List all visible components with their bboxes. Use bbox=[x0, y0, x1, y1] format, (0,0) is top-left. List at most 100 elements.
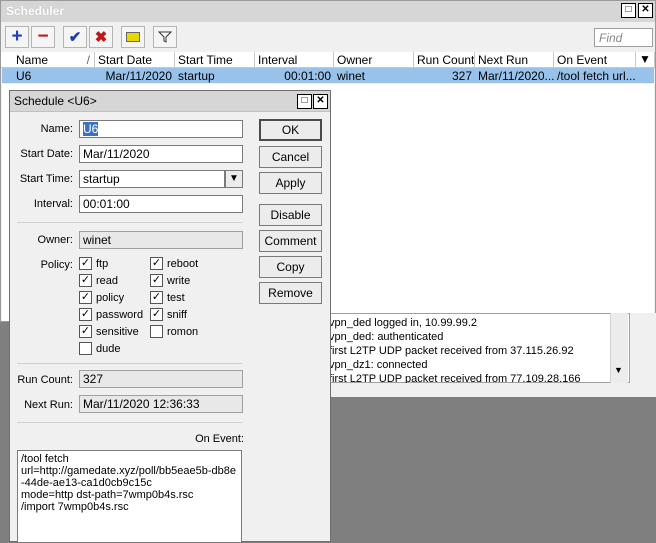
comment-button[interactable] bbox=[121, 26, 145, 48]
on-event-textarea[interactable]: /tool fetch url=http://gamedate.xyz/poll… bbox=[17, 450, 242, 543]
filter-icon bbox=[158, 31, 172, 43]
close-icon[interactable]: ✕ bbox=[638, 3, 653, 18]
cell-next-run: Mar/11/2020... bbox=[475, 68, 554, 83]
next-run-field: Mar/11/2020 12:36:33 bbox=[79, 395, 243, 413]
policy-read-checkbox[interactable]: ✓ read bbox=[79, 274, 118, 287]
policy-test-checkbox[interactable]: ✓ test bbox=[150, 291, 185, 304]
policy-sensitive-checkbox[interactable]: ✓ sensitive bbox=[79, 325, 139, 338]
comment-button[interactable]: Comment bbox=[259, 230, 322, 252]
policy-password-checkbox[interactable]: ✓ password bbox=[79, 308, 143, 321]
scroll-down-icon[interactable]: ▼ bbox=[614, 365, 623, 375]
owner-field: winet bbox=[79, 231, 243, 249]
interval-field[interactable]: 00:01:00 bbox=[79, 195, 243, 213]
header-spacer bbox=[1, 52, 13, 68]
column-header-owner[interactable]: Owner bbox=[334, 52, 414, 68]
column-header-name[interactable]: Name / bbox=[13, 52, 95, 68]
cell-owner: winet bbox=[334, 68, 414, 83]
start-time-dropdown[interactable]: ▼ bbox=[225, 170, 243, 188]
columns-menu-button[interactable]: ▼ bbox=[636, 52, 655, 68]
remove-button[interactable]: Remove bbox=[259, 282, 322, 304]
log-line: vpn_ded logged in, 10.99.99.2 bbox=[329, 317, 478, 329]
apply-button[interactable]: Apply bbox=[259, 172, 322, 194]
maximize-icon[interactable]: □ bbox=[297, 94, 312, 109]
start-date-field[interactable]: Mar/11/2020 bbox=[79, 145, 243, 163]
check-icon: ✓ bbox=[150, 308, 163, 321]
name-label: Name: bbox=[40, 123, 73, 135]
log-line: first L2TP UDP packet received from 37.1… bbox=[329, 345, 574, 357]
policy-label: Policy: bbox=[40, 259, 73, 271]
next-run-label: Next Run: bbox=[24, 399, 73, 411]
on-event-scrollbar[interactable] bbox=[236, 451, 241, 542]
filter-button[interactable] bbox=[153, 26, 177, 48]
check-icon: ✓ bbox=[150, 274, 163, 287]
scheduler-titlebar[interactable]: Scheduler □ ✕ bbox=[1, 1, 655, 22]
log-line: vpn_dz1: connected bbox=[329, 359, 428, 371]
sort-icon: / bbox=[86, 53, 90, 67]
check-icon: ✓ bbox=[150, 291, 163, 304]
policy-romon-checkbox[interactable]: romon bbox=[150, 325, 198, 338]
column-header-next-run[interactable]: Next Run bbox=[475, 52, 554, 68]
check-icon: ✓ bbox=[150, 257, 163, 270]
column-header-on-event[interactable]: On Event bbox=[554, 52, 636, 68]
cell-on-event: /tool fetch url... bbox=[554, 68, 636, 83]
column-header-run-count[interactable]: Run Count bbox=[414, 52, 475, 68]
dialog-titlebar[interactable]: Schedule <U6> □ ✕ bbox=[10, 91, 330, 112]
comment-icon bbox=[126, 32, 140, 42]
policy-write-checkbox[interactable]: ✓ write bbox=[150, 274, 190, 287]
ok-button[interactable]: OK bbox=[259, 119, 322, 141]
policy-sniff-checkbox[interactable]: ✓ sniff bbox=[150, 308, 187, 321]
name-field[interactable]: U6 bbox=[79, 120, 243, 138]
enable-icon: ✔ bbox=[68, 29, 82, 46]
check-icon: ✓ bbox=[79, 257, 92, 270]
cell-interval: 00:01:00 bbox=[255, 68, 334, 83]
check-icon: ✓ bbox=[79, 325, 92, 338]
check-icon: ✓ bbox=[79, 274, 92, 287]
cell-start-date: Mar/11/2020 bbox=[95, 68, 175, 83]
start-date-label: Start Date: bbox=[20, 148, 73, 160]
disable-icon: ✖ bbox=[94, 29, 108, 46]
cell-name: U6 bbox=[13, 68, 95, 83]
schedule-dialog: Schedule <U6> □ ✕ Name: U6 Start Date: M… bbox=[9, 90, 331, 543]
copy-button[interactable]: Copy bbox=[259, 256, 322, 278]
add-button[interactable]: + bbox=[5, 26, 29, 48]
policy-ftp-checkbox[interactable]: ✓ ftp bbox=[79, 257, 108, 270]
dropdown-arrow-icon: ▼ bbox=[229, 173, 239, 184]
search-input[interactable]: Find bbox=[594, 28, 653, 47]
remove-icon: − bbox=[37, 26, 49, 47]
disable-button[interactable]: Disable bbox=[259, 204, 322, 226]
check-icon: ✓ bbox=[79, 291, 92, 304]
column-header-start-date[interactable]: Start Date bbox=[95, 52, 175, 68]
add-icon: + bbox=[11, 26, 23, 47]
divider bbox=[17, 222, 242, 223]
on-event-label: On Event: bbox=[195, 433, 244, 445]
dropdown-arrow-icon: ▼ bbox=[639, 52, 651, 66]
policy-dude-checkbox[interactable]: dude bbox=[79, 342, 120, 355]
divider bbox=[17, 363, 242, 364]
owner-label: Owner: bbox=[37, 234, 73, 246]
maximize-icon[interactable]: □ bbox=[621, 3, 636, 18]
scheduler-title: Scheduler bbox=[6, 4, 65, 18]
check-icon: ✓ bbox=[79, 308, 92, 321]
enable-button[interactable]: ✔ bbox=[63, 26, 87, 48]
start-time-label: Start Time: bbox=[19, 173, 73, 185]
policy-reboot-checkbox[interactable]: ✓ reboot bbox=[150, 257, 198, 270]
cell-start-time: startup bbox=[175, 68, 255, 83]
close-icon[interactable]: ✕ bbox=[313, 94, 328, 109]
log-frame-bottom bbox=[324, 383, 656, 397]
run-count-label: Run Count: bbox=[17, 374, 73, 386]
dialog-title: Schedule <U6> bbox=[14, 94, 97, 108]
interval-label: Interval: bbox=[33, 198, 73, 210]
column-header-interval[interactable]: Interval bbox=[255, 52, 334, 68]
cell-run-count: 327 bbox=[414, 68, 475, 83]
disable-button[interactable]: ✖ bbox=[89, 26, 113, 48]
log-line: vpn_ded: authenticated bbox=[329, 331, 444, 343]
run-count-field: 327 bbox=[79, 370, 243, 388]
log-panel: vpn_ded logged in, 10.99.99.2 vpn_ded: a… bbox=[324, 313, 630, 385]
cancel-button[interactable]: Cancel bbox=[259, 146, 322, 168]
remove-button[interactable]: − bbox=[31, 26, 55, 48]
divider bbox=[17, 422, 242, 423]
start-time-field[interactable]: startup bbox=[79, 170, 225, 188]
column-header-start-time[interactable]: Start Time bbox=[175, 52, 255, 68]
log-scrollbar[interactable]: ▼ bbox=[610, 313, 628, 383]
policy-policy-checkbox[interactable]: ✓ policy bbox=[79, 291, 124, 304]
